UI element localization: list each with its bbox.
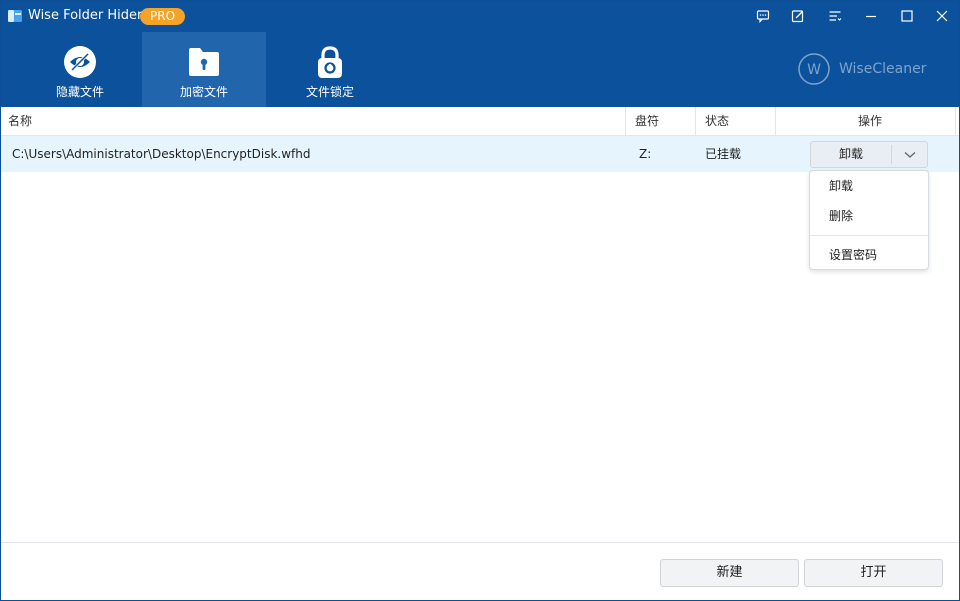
app-title: Wise Folder Hider (28, 8, 143, 23)
minimize-button[interactable] (857, 4, 885, 28)
menu-item-unmount[interactable]: 卸载 (810, 173, 928, 199)
close-button[interactable] (928, 4, 956, 28)
footer-divider (1, 542, 959, 543)
menu-item-set-password[interactable]: 设置密码 (810, 242, 928, 268)
feedback-button[interactable] (749, 4, 777, 28)
edit-button[interactable] (784, 4, 812, 28)
menu-button[interactable] (821, 4, 849, 28)
minimize-icon (866, 15, 876, 18)
header-band: Wise Folder Hider PRO 隐藏文件 加密文件 文件锁定 W W… (1, 1, 959, 107)
action-dropdown-toggle[interactable] (892, 142, 927, 167)
unmount-button[interactable]: 卸载 (811, 142, 891, 167)
maximize-icon (901, 10, 913, 22)
tab-label: 隐藏文件 (55, 85, 104, 99)
tab-encrypt-files[interactable]: 加密文件 (142, 32, 266, 107)
folder-lock-icon (189, 48, 219, 76)
tab-label: 文件锁定 (305, 85, 354, 99)
column-header-drive[interactable]: 盘符 (635, 107, 659, 135)
menu-item-delete[interactable]: 删除 (810, 203, 928, 229)
column-header-status[interactable]: 状态 (705, 107, 729, 135)
close-icon (936, 10, 948, 22)
row-drive: Z: (639, 147, 652, 161)
maximize-button[interactable] (893, 4, 921, 28)
action-split-button: 卸载 (810, 141, 928, 168)
column-divider (775, 107, 776, 135)
tab-label: 加密文件 (179, 85, 228, 99)
tab-hide-files[interactable]: 隐藏文件 (18, 32, 142, 107)
feedback-icon (756, 10, 770, 23)
column-header-name[interactable]: 名称 (8, 107, 32, 135)
pro-badge: PRO (140, 8, 186, 25)
tab-file-lock[interactable]: 文件锁定 (268, 32, 392, 107)
title-bar: Wise Folder Hider PRO (1, 1, 959, 31)
action-dropdown-menu: 卸载 删除 设置密码 (809, 170, 929, 270)
app-window: Wise Folder Hider PRO 隐藏文件 加密文件 文件锁定 W W… (0, 0, 960, 601)
brand-logo-letter: W (807, 62, 821, 78)
column-divider (625, 107, 626, 135)
table-header: 名称 盘符 状态 操作 (1, 107, 959, 136)
app-logo-icon (8, 10, 22, 22)
edit-icon (791, 10, 804, 23)
open-button[interactable]: 打开 (804, 559, 943, 587)
column-divider (695, 107, 696, 135)
menu-icon (829, 11, 842, 21)
wisecleaner-logo-icon: W (798, 53, 830, 85)
padlock-icon (318, 46, 342, 78)
menu-divider (810, 235, 928, 236)
new-button[interactable]: 新建 (660, 559, 799, 587)
row-path: C:\Users\Administrator\Desktop\EncryptDi… (12, 147, 311, 161)
column-header-action[interactable]: 操作 (858, 107, 882, 135)
column-divider (955, 107, 956, 135)
row-status: 已挂载 (705, 147, 742, 161)
chevron-down-icon (904, 151, 915, 158)
brand-name: WiseCleaner (839, 61, 927, 77)
eye-slash-icon (64, 46, 96, 78)
